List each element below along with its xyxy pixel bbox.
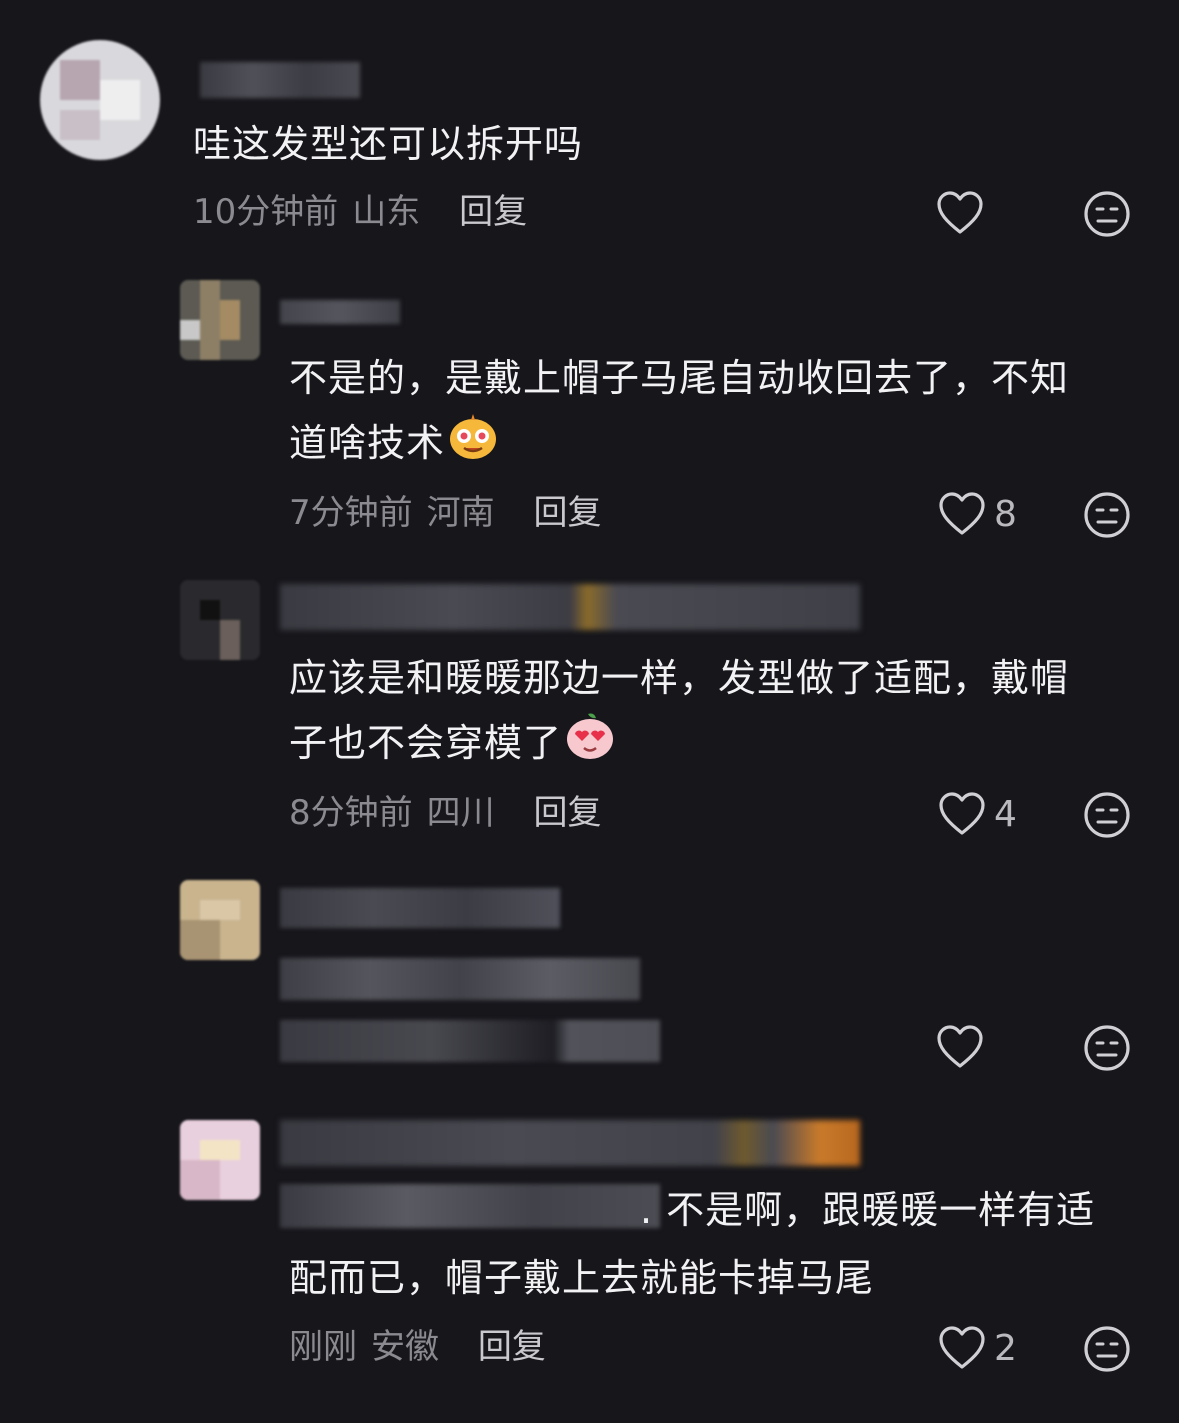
avatar[interactable] [180, 1120, 260, 1200]
username-blurred[interactable] [280, 300, 400, 324]
username-blurred[interactable] [200, 62, 360, 98]
heart-eyes-emoji [564, 710, 616, 781]
comment-time: 8分钟前 [289, 793, 413, 833]
heart-icon [937, 1025, 983, 1068]
heart-icon [939, 792, 985, 835]
dislike-button[interactable] [1083, 190, 1131, 238]
comment-text-blurred [280, 958, 640, 1000]
star-eyes-emoji [447, 410, 499, 481]
comment-text: 哇这发型还可以拆开吗 [193, 122, 584, 166]
comment-text: 应该是和暖暖那边一样，发型做了适配，戴帽 子也不会穿模了 [289, 646, 1139, 781]
comment-time: 7分钟前 [289, 493, 413, 533]
reply-item: . 不是啊，跟暖暖一样有适 配而已，帽子戴上去就能卡掉马尾 刚刚 安徽 回复 2 [0, 1100, 1179, 1423]
comment-time: 刚刚 [289, 1327, 357, 1367]
neutral-face-icon [1084, 1025, 1130, 1071]
comment-text: 配而已，帽子戴上去就能卡掉马尾 [289, 1246, 1139, 1310]
reply-to-blurred [280, 1184, 660, 1228]
comment-meta: 8分钟前 四川 回复 [289, 793, 601, 833]
comment-text-line: 配而已，帽子戴上去就能卡掉马尾 [289, 1256, 875, 1300]
like-count: 4 [994, 793, 1017, 835]
dislike-button[interactable] [1083, 1325, 1131, 1373]
comment-text-line: 道啥技术 [289, 410, 1139, 481]
heart-icon [939, 1326, 985, 1369]
comment-time: 10分钟前 [193, 192, 339, 232]
comment-text: . 不是啊，跟暖暖一样有适 [640, 1178, 1160, 1242]
reply-item: 不是的，是戴上帽子马尾自动收回去了，不知 道啥技术 7分钟前 河南 回复 8 [0, 260, 1179, 560]
comment-location: 四川 [426, 793, 495, 833]
reply-item: 应该是和暖暖那边一样，发型做了适配，戴帽 子也不会穿模了 8分钟前 四川 回复 4 [0, 560, 1179, 860]
username-blurred[interactable] [280, 1120, 860, 1166]
avatar[interactable] [40, 40, 160, 160]
avatar[interactable] [180, 280, 260, 360]
avatar[interactable] [180, 580, 260, 660]
neutral-face-icon [1084, 191, 1130, 237]
dislike-button[interactable] [1083, 791, 1131, 839]
reply-button[interactable]: 回复 [459, 192, 527, 232]
username-blurred[interactable] [280, 584, 860, 630]
like-count: 2 [994, 1327, 1017, 1369]
neutral-face-icon [1084, 1326, 1130, 1372]
like-count: 8 [994, 493, 1017, 535]
comment-meta: 刚刚 安徽 回复 [289, 1327, 546, 1367]
like-button[interactable] [936, 1024, 984, 1070]
like-button[interactable]: 2 [938, 1325, 1017, 1371]
reply-button[interactable]: 回复 [533, 493, 601, 533]
dislike-button[interactable] [1083, 1024, 1131, 1072]
comment-text-line: 子也不会穿模了 [289, 710, 1139, 781]
comment-text-line: . 不是啊，跟暖暖一样有适 [640, 1188, 1096, 1232]
reply-item [0, 860, 1179, 1100]
comment-location: 河南 [426, 493, 495, 533]
comment-item: 哇这发型还可以拆开吗 10分钟前 山东 回复 [0, 0, 1179, 260]
like-button[interactable]: 4 [938, 791, 1017, 837]
comment-meta: 7分钟前 河南 回复 [289, 493, 601, 533]
comment-location: 山东 [352, 192, 421, 232]
like-button[interactable]: 8 [938, 491, 1017, 537]
neutral-face-icon [1084, 492, 1130, 538]
comment-text-line: 不是的，是戴上帽子马尾自动收回去了，不知 [289, 356, 1070, 400]
username-blurred[interactable] [280, 888, 560, 928]
reply-button[interactable]: 回复 [478, 1327, 546, 1367]
comment-text-blurred [280, 1020, 660, 1062]
comment-location: 安徽 [371, 1327, 439, 1367]
neutral-face-icon [1084, 792, 1130, 838]
dislike-button[interactable] [1083, 491, 1131, 539]
heart-icon [937, 191, 983, 234]
comment-text: 不是的，是戴上帽子马尾自动收回去了，不知 道啥技术 [289, 346, 1139, 481]
heart-icon [939, 492, 985, 535]
like-button[interactable] [936, 190, 984, 236]
avatar[interactable] [180, 880, 260, 960]
comment-meta: 10分钟前 山东 回复 [193, 192, 527, 232]
comment-text-line: 应该是和暖暖那边一样，发型做了适配，戴帽 [289, 656, 1070, 700]
reply-button[interactable]: 回复 [533, 793, 601, 833]
